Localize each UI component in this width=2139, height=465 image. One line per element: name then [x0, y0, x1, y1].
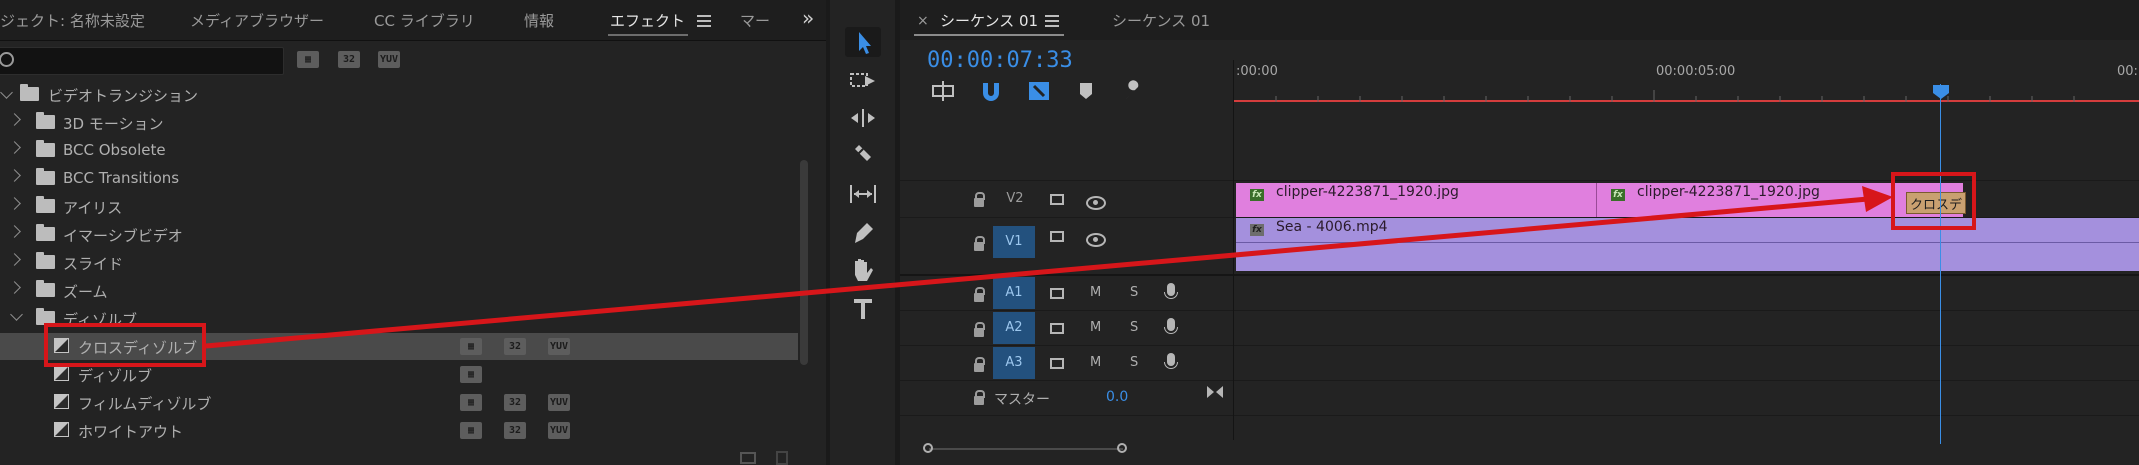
annotation-arrow	[205, 186, 1893, 349]
